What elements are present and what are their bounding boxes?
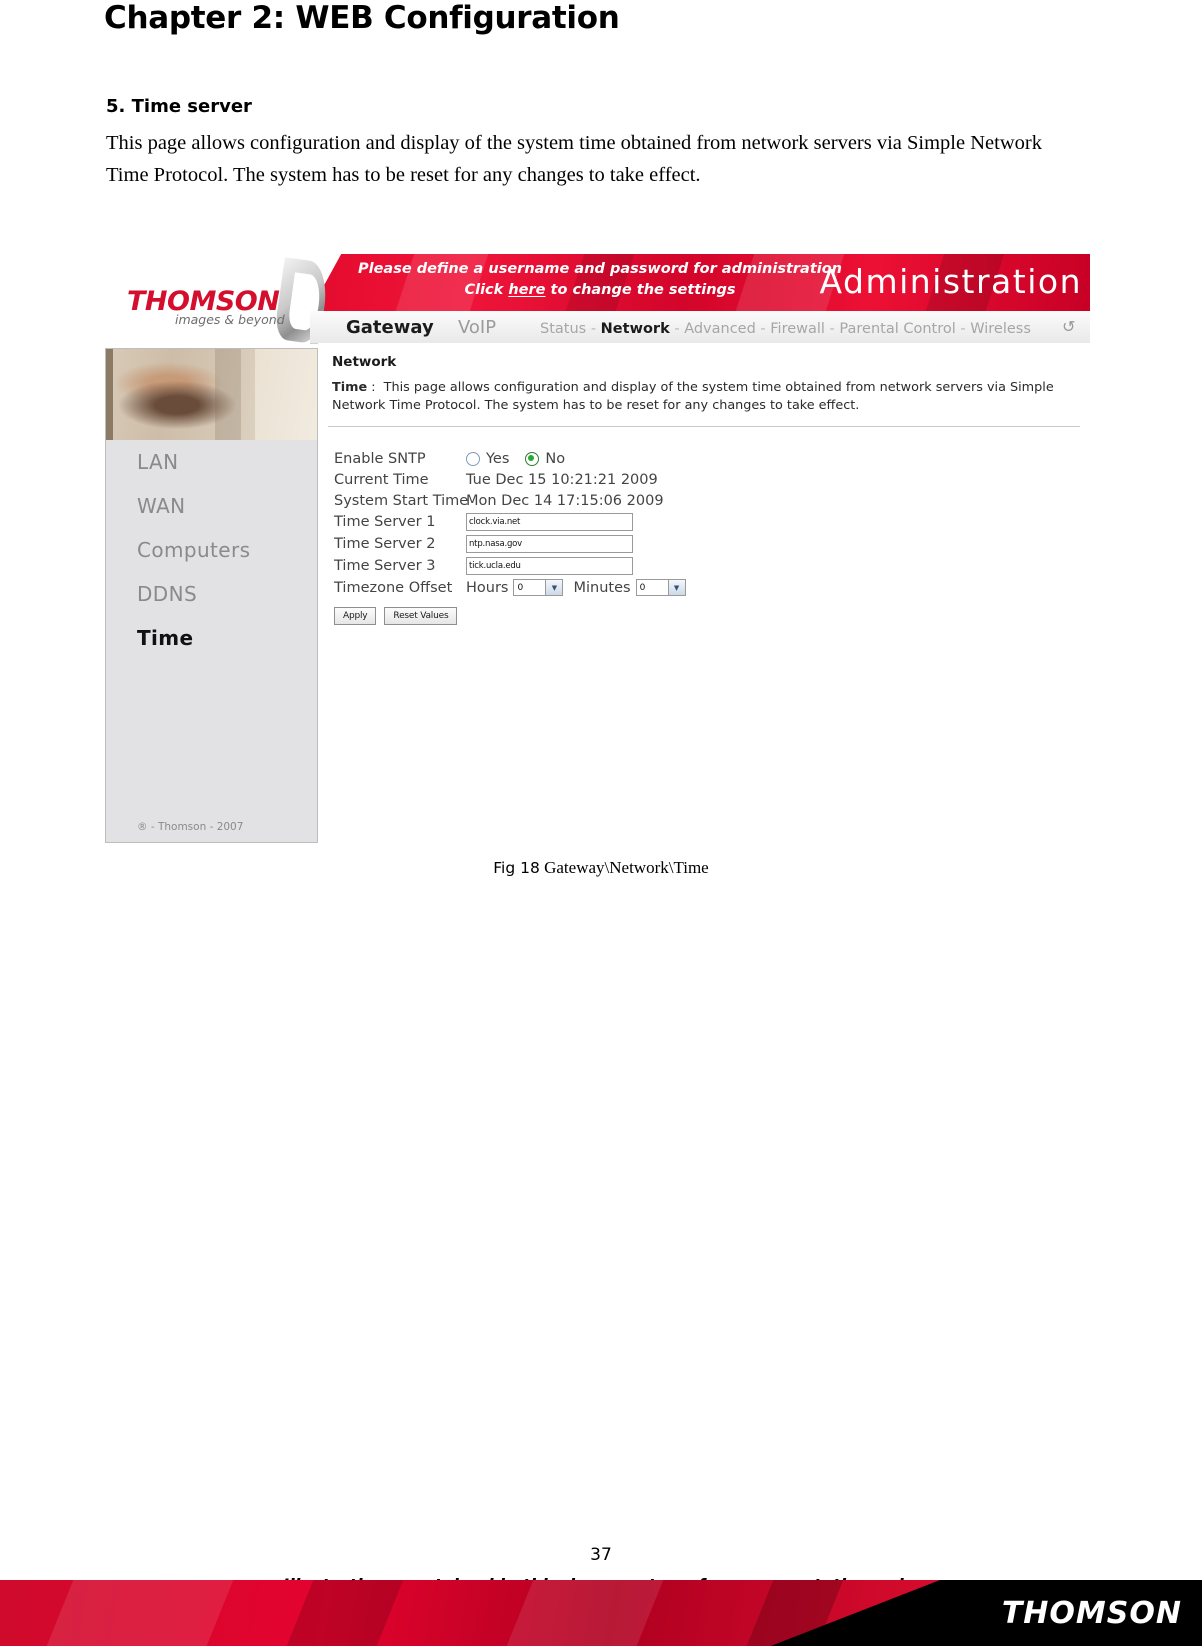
- label-hours: Hours: [466, 579, 509, 596]
- label-current-time: Current Time: [334, 471, 429, 488]
- nav-subtab-network[interactable]: Network: [601, 321, 670, 337]
- photo-band: [105, 348, 113, 440]
- thomson-logo: THOMSON images & beyond: [105, 248, 331, 348]
- figure-caption: Fig 18 Gateway\Network\Time: [0, 858, 1202, 878]
- sidebar-menu: LAN WAN Computers DDNS Time: [105, 440, 317, 660]
- time-server-1-input[interactable]: [466, 513, 633, 531]
- header-title: Administration: [819, 262, 1082, 301]
- radio-group-enable-sntp: Yes No: [466, 451, 575, 467]
- sidebar-item-lan[interactable]: LAN: [105, 440, 317, 484]
- chevron-down-icon: ▼: [667, 580, 685, 595]
- label-time-server-3: Time Server 3: [334, 558, 436, 574]
- sidebar-item-ddns[interactable]: DDNS: [105, 572, 317, 616]
- page-description: Time : This page allows configuration an…: [332, 379, 1074, 415]
- timezone-minutes-select[interactable]: 0 ▼: [635, 579, 686, 596]
- sidebar-copyright: ® - Thomson - 2007: [137, 821, 244, 833]
- form-row-system-start-time: System Start Time Mon Dec 14 17:15:06 20…: [334, 490, 686, 511]
- photo-band: [255, 348, 317, 440]
- label-minutes: Minutes: [573, 579, 631, 596]
- description-label: Time: [332, 380, 368, 395]
- description-separator: :: [371, 380, 376, 395]
- content-panel: Network Time : This page allows configur…: [318, 343, 1090, 843]
- form-row-time-server-3: Time Server 3: [334, 555, 686, 577]
- nav-subtabs: Status - Network - Advanced - Firewall -…: [540, 321, 1031, 337]
- form-row-enable-sntp: Enable SNTP Yes No: [334, 448, 686, 469]
- label-timezone-offset: Timezone Offset: [334, 579, 453, 596]
- nav-subtab-parental-control[interactable]: Parental Control: [839, 321, 955, 337]
- reset-values-button[interactable]: Reset Values: [384, 607, 458, 625]
- radio-sntp-yes[interactable]: [466, 451, 480, 466]
- label-enable-sntp: Enable SNTP: [334, 450, 426, 467]
- form-row-current-time: Current Time Tue Dec 15 10:21:21 2009: [334, 469, 686, 490]
- form-row-time-server-1: Time Server 1: [334, 511, 686, 533]
- figure-caption-text: Gateway\Network\Time: [544, 858, 709, 877]
- body-paragraph: This page allows configuration and displ…: [106, 132, 1042, 186]
- footer-shard: [46, 1580, 234, 1646]
- footer-shard: [506, 1580, 664, 1646]
- apply-button[interactable]: Apply: [334, 607, 377, 625]
- notice-here-link[interactable]: here: [508, 282, 545, 298]
- admin-notice: Please define a username and password fo…: [335, 259, 865, 301]
- nav-subtab-advanced[interactable]: Advanced: [684, 321, 756, 337]
- figure-label: Fig 18: [493, 859, 540, 877]
- photo-band: [215, 348, 241, 440]
- admin-notice-line1: Please define a username and password fo…: [357, 261, 842, 277]
- sidebar-item-wan[interactable]: WAN: [105, 484, 317, 528]
- nav-tab-voip[interactable]: VoIP: [458, 317, 496, 338]
- timezone-minutes-value: 0: [639, 582, 646, 593]
- chevron-down-icon: ▼: [545, 580, 563, 595]
- value-system-start-time: Mon Dec 14 17:15:06 2009: [466, 492, 664, 509]
- divider: [328, 426, 1080, 427]
- footer-banner: THOMSON: [0, 1580, 1202, 1646]
- nav-sep: -: [955, 321, 971, 337]
- notice-pre: Click: [464, 282, 509, 298]
- nav-sep: -: [824, 321, 840, 337]
- page-number: 37: [590, 1545, 612, 1565]
- sidebar-item-time[interactable]: Time: [105, 616, 317, 660]
- sidebar-photo: [105, 348, 317, 440]
- label-time-server-2: Time Server 2: [334, 536, 436, 552]
- logo-tagline: images & beyond: [175, 312, 285, 327]
- value-current-time: Tue Dec 15 10:21:21 2009: [466, 471, 658, 488]
- ui-header: Please define a username and password fo…: [105, 248, 1090, 348]
- nav-sep: -: [669, 321, 685, 337]
- page-title: Chapter 2: WEB Configuration: [104, 0, 620, 36]
- form-row-timezone-offset: Timezone Offset Hours 0 ▼ Minutes 0 ▼: [334, 577, 686, 598]
- nav-sep: -: [755, 321, 771, 337]
- time-server-2-input[interactable]: [466, 535, 633, 553]
- sidebar-item-computers[interactable]: Computers: [105, 528, 317, 572]
- nav-sep: -: [586, 321, 601, 337]
- nav-subtab-status[interactable]: Status: [540, 321, 586, 337]
- nav-tab-gateway[interactable]: Gateway: [346, 317, 434, 338]
- notice-post: to change the settings: [545, 282, 736, 298]
- footer-brand-logo: THOMSON: [1001, 1596, 1182, 1631]
- label-system-start-time: System Start Time: [334, 492, 469, 509]
- router-web-ui-screenshot: Please define a username and password fo…: [105, 248, 1090, 843]
- nav-subtab-wireless[interactable]: Wireless: [970, 321, 1031, 337]
- admin-notice-line2: Click here to change the settings: [335, 280, 865, 301]
- description-text: This page allows configuration and displ…: [332, 380, 1054, 413]
- time-settings-form: Enable SNTP Yes No Current Time Tue Dec …: [334, 448, 686, 625]
- form-buttons: Apply Reset Values: [334, 607, 686, 625]
- timezone-hours-value: 0: [517, 582, 524, 593]
- nav-subtab-firewall[interactable]: Firewall: [770, 321, 825, 337]
- section-heading: 5. Time server: [106, 96, 252, 117]
- label-time-server-1: Time Server 1: [334, 514, 436, 530]
- sidebar: LAN WAN Computers DDNS Time ® - Thomson …: [105, 348, 318, 843]
- label-sntp-no: No: [545, 450, 566, 467]
- label-sntp-yes: Yes: [486, 450, 510, 467]
- time-server-3-input[interactable]: [466, 557, 633, 575]
- timezone-hours-select[interactable]: 0 ▼: [513, 579, 564, 596]
- breadcrumb: Network: [332, 354, 397, 370]
- form-row-time-server-2: Time Server 2: [334, 533, 686, 555]
- ui-navbar: Gateway VoIP Status - Network - Advanced…: [310, 311, 1090, 344]
- radio-sntp-no[interactable]: [525, 451, 540, 466]
- refresh-icon[interactable]: ↺: [1062, 317, 1080, 336]
